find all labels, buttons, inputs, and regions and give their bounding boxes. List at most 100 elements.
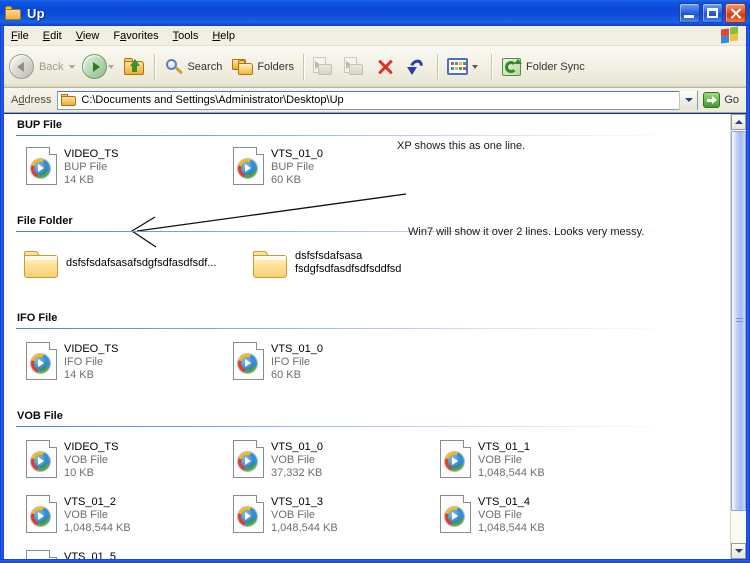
- file-type: IFO File: [271, 356, 311, 368]
- scrollbar-grip: [736, 318, 743, 324]
- scroll-up-button[interactable]: [731, 114, 746, 130]
- list-item[interactable]: VTS_01_1 VOB File 1,048,544 KB: [440, 440, 545, 480]
- search-magnifier-icon: [164, 57, 184, 77]
- group-divider: [16, 135, 676, 136]
- chevron-up-icon: [734, 120, 743, 124]
- group-divider: [16, 328, 676, 329]
- scroll-down-button[interactable]: [731, 543, 746, 559]
- search-button[interactable]: Search: [159, 51, 227, 83]
- media-file-icon: [233, 495, 264, 533]
- file-type: IFO File: [64, 356, 104, 368]
- list-item[interactable]: dsfsfsdafsasa fsdgfsdfasdfsdfsddfsd: [253, 247, 415, 279]
- views-icon: [447, 58, 469, 75]
- group-header: BUP File: [4, 118, 704, 137]
- menu-help[interactable]: Help: [205, 28, 242, 44]
- copy-to-button[interactable]: [339, 51, 370, 83]
- file-name: VTS_01_0: [271, 148, 323, 160]
- list-item[interactable]: VTS_01_4 VOB File 1,048,544 KB: [440, 495, 545, 535]
- undo-arrow-icon: [406, 56, 428, 77]
- list-item[interactable]: dsfsfsdafsasafsdgfsdfasdfsdf...: [24, 247, 216, 279]
- list-item[interactable]: VIDEO_TS VOB File 10 KB: [26, 440, 118, 480]
- toolbar-separator: [437, 53, 439, 80]
- back-dropdown-icon[interactable]: [69, 64, 76, 69]
- menu-file[interactable]: File: [4, 28, 36, 44]
- file-size: 1,048,544 KB: [271, 522, 338, 534]
- address-dropdown-button[interactable]: [679, 90, 698, 110]
- media-file-icon: [26, 440, 57, 478]
- views-dropdown-icon[interactable]: [472, 64, 479, 69]
- list-item[interactable]: VTS_01_2 VOB File 1,048,544 KB: [26, 495, 131, 535]
- move-to-folder-icon: [313, 57, 334, 76]
- folders-button[interactable]: Folders: [227, 51, 299, 83]
- file-type: VOB File: [64, 454, 109, 466]
- list-item[interactable]: VIDEO_TS BUP File 14 KB: [26, 147, 118, 187]
- media-file-icon: [440, 495, 471, 533]
- list-item[interactable]: VTS_01_5 VOB File: [26, 550, 116, 559]
- menu-view[interactable]: View: [69, 28, 107, 44]
- file-size: 1,048,544 KB: [64, 522, 131, 534]
- file-name: VTS_01_4: [478, 496, 530, 508]
- menu-tools[interactable]: Tools: [166, 28, 206, 44]
- vertical-scrollbar[interactable]: [730, 114, 746, 559]
- menu-favorites[interactable]: Favorites: [106, 28, 165, 44]
- folder-sync-button[interactable]: Folder Sync: [496, 51, 590, 83]
- views-button[interactable]: [442, 51, 487, 83]
- window-controls: [679, 3, 746, 23]
- up-button[interactable]: [118, 51, 150, 83]
- move-to-button[interactable]: [308, 51, 339, 83]
- list-item[interactable]: VTS_01_3 VOB File 1,048,544 KB: [233, 495, 338, 535]
- window-border-bottom: [0, 559, 750, 563]
- file-list-area[interactable]: BUP File VIDEO_TS BUP File 14 KB VTS_01_…: [4, 114, 730, 559]
- address-bar: Address C:\Documents and Settings\Admini…: [4, 88, 746, 113]
- explorer-window: Up File Edit View Favorites Tools Help B…: [0, 0, 750, 563]
- file-size: 37,332 KB: [271, 467, 323, 479]
- close-button[interactable]: [725, 3, 746, 23]
- toolbar-separator: [491, 53, 493, 80]
- file-size: 60 KB: [271, 174, 301, 186]
- list-item[interactable]: VTS_01_0 BUP File 60 KB: [233, 147, 323, 187]
- minimize-button[interactable]: [679, 3, 700, 23]
- group-header-label: BUP File: [17, 119, 63, 131]
- go-label: Go: [724, 94, 739, 106]
- list-item[interactable]: VTS_01_0 VOB File 37,332 KB: [233, 440, 323, 480]
- window-title: Up: [27, 5, 45, 21]
- forward-arrow-icon[interactable]: [82, 54, 108, 79]
- go-button[interactable]: Go: [698, 92, 746, 108]
- group-vob-file: VOB File: [4, 409, 704, 428]
- back-arrow-icon[interactable]: [9, 54, 34, 79]
- list-item[interactable]: VTS_01_0 IFO File 60 KB: [233, 342, 323, 382]
- menu-edit[interactable]: Edit: [36, 28, 69, 44]
- file-name: VTS_01_0: [271, 343, 323, 355]
- media-file-icon: [233, 440, 264, 478]
- toolbar-separator: [154, 53, 156, 80]
- file-name: dsfsfsdafsasafsdgfsdfasdfsdf...: [66, 257, 217, 269]
- media-file-icon: [26, 495, 57, 533]
- maximize-button[interactable]: [702, 3, 723, 23]
- annotation-text-two: Win7 will show it over 2 lines. Looks ve…: [408, 226, 645, 238]
- delete-button[interactable]: [370, 51, 401, 83]
- back-button[interactable]: Back: [34, 51, 68, 83]
- media-file-icon: [233, 342, 264, 380]
- media-file-icon: [26, 147, 57, 185]
- file-name: VTS_01_1: [478, 441, 530, 453]
- scrollbar-thumb[interactable]: [731, 131, 746, 511]
- file-size: 60 KB: [271, 369, 301, 381]
- undo-button[interactable]: [401, 51, 433, 83]
- file-size: 1,048,544 KB: [478, 467, 545, 479]
- menu-bar: File Edit View Favorites Tools Help: [4, 26, 746, 46]
- address-input[interactable]: C:\Documents and Settings\Administrator\…: [57, 90, 699, 110]
- window-border-right: [746, 26, 750, 563]
- file-size: 1,048,544 KB: [478, 522, 545, 534]
- file-name: VIDEO_TS: [64, 148, 119, 160]
- folder-icon: [5, 5, 22, 21]
- file-name: dsfsfsdafsasa fsdgfsdfasdfsdfsddfsd: [295, 250, 402, 275]
- file-name: VIDEO_TS: [64, 343, 119, 355]
- media-file-icon: [233, 147, 264, 185]
- list-item[interactable]: VIDEO_TS IFO File 14 KB: [26, 342, 118, 382]
- forward-dropdown-icon[interactable]: [108, 64, 115, 69]
- media-file-icon: [26, 550, 57, 559]
- file-size: 14 KB: [64, 174, 94, 186]
- group-bup-file: BUP File: [4, 118, 704, 137]
- folder-sync-icon: [501, 57, 523, 77]
- chevron-down-icon: [734, 549, 743, 553]
